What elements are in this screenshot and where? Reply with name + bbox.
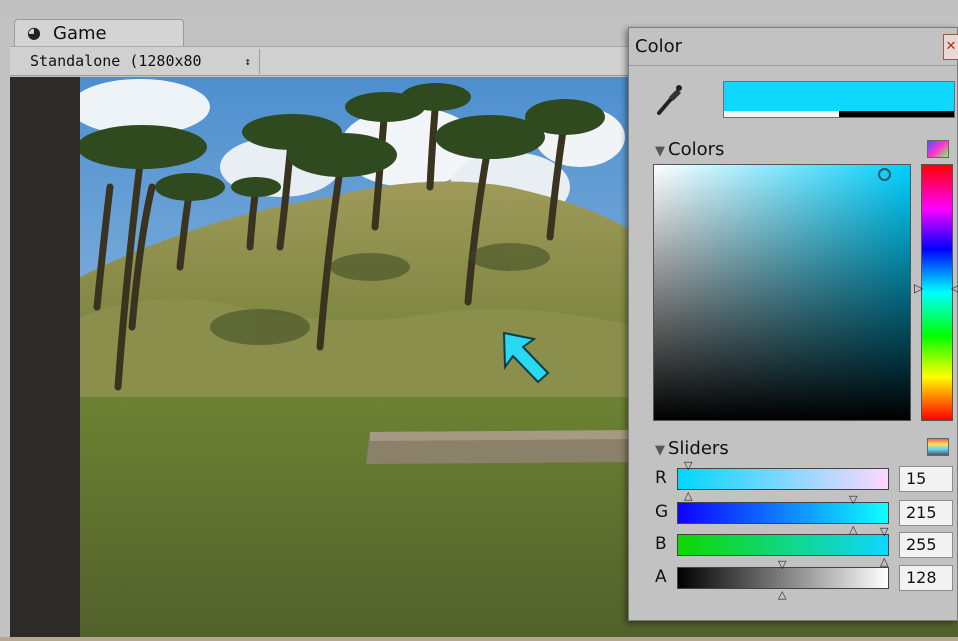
- editor-top-strip: [0, 0, 958, 16]
- channel-label: G: [655, 502, 669, 522]
- channel-label: R: [655, 468, 667, 488]
- value-field-a[interactable]: 128: [899, 565, 953, 591]
- slider-row-g: G ▽ △ 215: [629, 494, 958, 535]
- color-picker-title: Color: [635, 36, 682, 57]
- slider-row-r: R ▽ △ 15: [629, 460, 958, 501]
- slider-row-a: A ▽ △ 128: [629, 559, 958, 600]
- slider-thumb-icon[interactable]: ▽: [778, 559, 786, 570]
- channel-label: A: [655, 567, 667, 587]
- alpha-bar-transparent: [839, 111, 954, 117]
- color-picker-window: Color ✕ ▼ Colors ▷ ◁ ▼ Sliders R ▽ △ 15 G: [628, 27, 958, 621]
- resolution-label: Standalone (1280x80: [30, 52, 202, 70]
- slider-row-b: B ▽ △ 255: [629, 526, 958, 567]
- slider-thumb-icon[interactable]: △: [778, 589, 786, 600]
- tab-game-label: Game: [53, 23, 107, 44]
- sliders-section-header[interactable]: ▼ Sliders: [655, 438, 729, 459]
- sv-marker[interactable]: [878, 168, 891, 181]
- colors-section-label: Colors: [668, 139, 725, 160]
- alpha-bar-opaque: [724, 111, 839, 117]
- slider-track-a[interactable]: ▽ △: [677, 559, 889, 600]
- current-color-swatch[interactable]: [723, 81, 955, 118]
- title-separator: [629, 65, 958, 66]
- hue-slider[interactable]: [921, 164, 953, 421]
- slider-mode-icon[interactable]: [927, 438, 949, 456]
- color-mode-icon[interactable]: [927, 140, 949, 158]
- close-button[interactable]: ✕: [943, 34, 958, 60]
- collapse-icon: ▼: [655, 443, 665, 458]
- resolution-dropdown[interactable]: Standalone (1280x80 ↕: [20, 49, 260, 74]
- slider-thumb-icon[interactable]: ▽: [880, 526, 888, 537]
- slider-thumb-icon[interactable]: ▽: [684, 460, 692, 471]
- viewport-letterbox: [10, 77, 80, 637]
- eyedropper-icon[interactable]: [653, 83, 683, 117]
- colors-section-header[interactable]: ▼ Colors: [655, 139, 724, 160]
- slider-track-g[interactable]: ▽ △: [677, 494, 889, 535]
- saturation-value-box[interactable]: [653, 164, 911, 421]
- unity-game-icon: ◕: [27, 23, 41, 42]
- close-icon: ✕: [945, 39, 957, 54]
- value-field-r[interactable]: 15: [899, 466, 953, 492]
- channel-label: B: [655, 534, 667, 554]
- value-field-g[interactable]: 215: [899, 500, 953, 526]
- slider-track-b[interactable]: ▽ △: [677, 526, 889, 567]
- sliders-section-label: Sliders: [668, 438, 729, 459]
- tab-game[interactable]: ◕ Game: [14, 19, 184, 46]
- bottom-strip: [0, 637, 958, 641]
- hue-arrow-left-icon: ▷: [914, 281, 924, 295]
- slider-track-r[interactable]: ▽ △: [677, 460, 889, 501]
- slider-thumb-icon[interactable]: ▽: [849, 494, 857, 505]
- collapse-icon: ▼: [655, 144, 665, 159]
- dropdown-arrow-icon: ↕: [244, 55, 251, 68]
- hue-arrow-right-icon: ◁: [951, 281, 958, 295]
- value-field-b[interactable]: 255: [899, 532, 953, 558]
